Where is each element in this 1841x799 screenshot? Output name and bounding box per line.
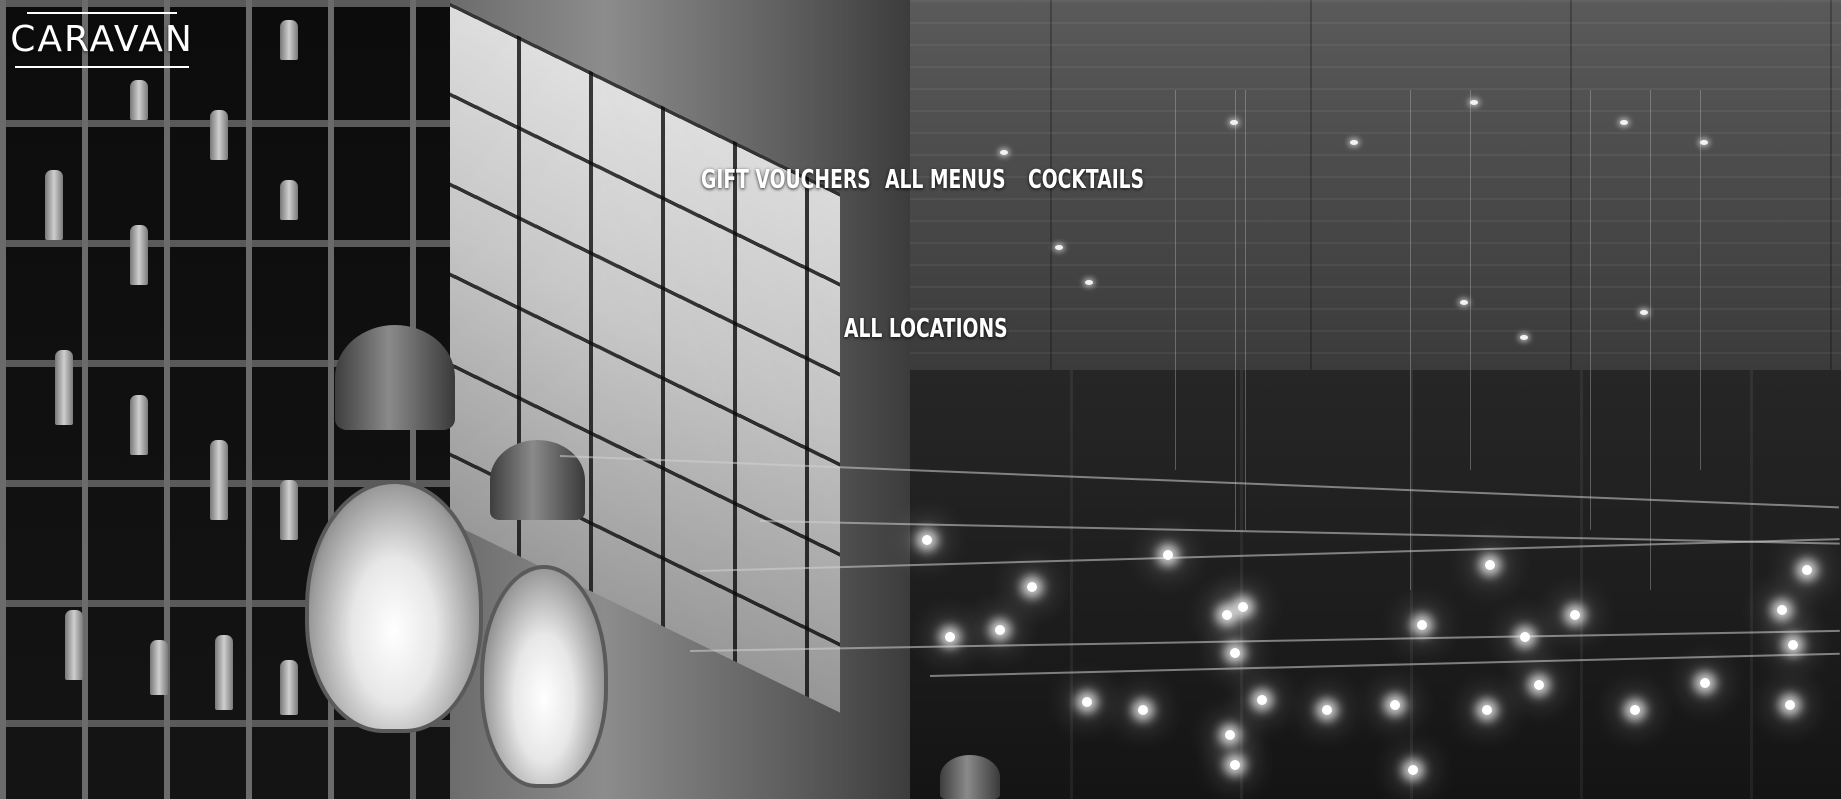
pendant-bulb [1230, 760, 1240, 770]
pendant-bulb [1417, 620, 1427, 630]
ceiling-spot [1055, 245, 1063, 250]
ceiling-spot [1620, 120, 1628, 125]
pendant-bulb [1163, 550, 1173, 560]
pendant-bulb [1222, 610, 1232, 620]
nav-all-locations-link[interactable]: ALL LOCATIONS [844, 312, 1008, 346]
pendant-bulb [1630, 705, 1640, 715]
bottle [280, 180, 298, 220]
logo-text: CARAVAN [10, 19, 194, 60]
ceiling-spot [1470, 100, 1478, 105]
pendant-bulb [1408, 765, 1418, 775]
bottle [280, 480, 298, 540]
ceiling-spot [1085, 280, 1093, 285]
lamp-cap [335, 325, 455, 430]
bottle [130, 395, 148, 455]
logo-rule-bottom [15, 66, 189, 68]
bottle [150, 640, 168, 695]
pendant-cord [1590, 90, 1591, 530]
pendant-bulb [1225, 730, 1235, 740]
ceiling-spot [1460, 300, 1468, 305]
pendant-cord [1245, 90, 1246, 530]
lamp-cap [940, 755, 1000, 799]
cage-lamp [480, 565, 608, 788]
pendant-bulb [1534, 680, 1544, 690]
nav-cocktails-link[interactable]: COCKTAILS [1028, 163, 1144, 197]
pendant-bulb [1570, 610, 1580, 620]
ceiling-spot [1230, 120, 1238, 125]
pendant-bulb [1785, 700, 1795, 710]
pendant-cord [1175, 90, 1176, 470]
ceiling-spot [1700, 140, 1708, 145]
pendant-bulb [1027, 582, 1037, 592]
bottle [210, 110, 228, 160]
pendant-bulb [1777, 605, 1787, 615]
pendant-cord [1470, 90, 1471, 470]
pendant-bulb [1257, 695, 1267, 705]
cage-lamp [305, 480, 483, 733]
bottle [210, 440, 228, 520]
bottle [65, 610, 83, 680]
bottle [130, 225, 148, 285]
pendant-cord [1235, 90, 1236, 530]
pendant-bulb [1700, 678, 1710, 688]
pendant-bulb [995, 625, 1005, 635]
pendant-bulb [922, 535, 932, 545]
page: CARAVAN GIFT VOUCHERS ALL MENUS COCKTAIL… [0, 0, 1841, 799]
logo-rule-top [27, 12, 177, 14]
pendant-bulb [1802, 565, 1812, 575]
ceiling-spot [1350, 140, 1358, 145]
bottle [45, 170, 63, 240]
bottle [215, 635, 233, 710]
pendant-bulb [1238, 602, 1248, 612]
pendant-bulb [1390, 700, 1400, 710]
pendant-bulb [1482, 705, 1492, 715]
pendant-bulb [1788, 640, 1798, 650]
pendant-cord [1410, 90, 1411, 590]
pendant-cord [1650, 90, 1651, 590]
pendant-bulb [1520, 632, 1530, 642]
bottle [280, 20, 298, 60]
bottle [130, 80, 148, 120]
pendant-cord [1700, 90, 1701, 470]
lamp-cap [490, 440, 585, 520]
ceiling-spot [1000, 150, 1008, 155]
pendant-bulb [1230, 648, 1240, 658]
bottle [280, 660, 298, 715]
pendant-bulb [1082, 697, 1092, 707]
hero-background-image [0, 0, 1841, 799]
pendant-bulb [1322, 705, 1332, 715]
caravan-logo[interactable]: CARAVAN [4, 12, 200, 68]
ceiling-spot [1640, 310, 1648, 315]
nav-all-menus-link[interactable]: ALL MENUS [885, 163, 1006, 197]
nav-gift-vouchers-link[interactable]: GIFT VOUCHERS [701, 163, 871, 197]
pendant-bulb [1485, 560, 1495, 570]
pendant-bulb [1138, 705, 1148, 715]
pendant-bulb [945, 632, 955, 642]
bottle [55, 350, 73, 425]
ceiling-spot [1520, 335, 1528, 340]
